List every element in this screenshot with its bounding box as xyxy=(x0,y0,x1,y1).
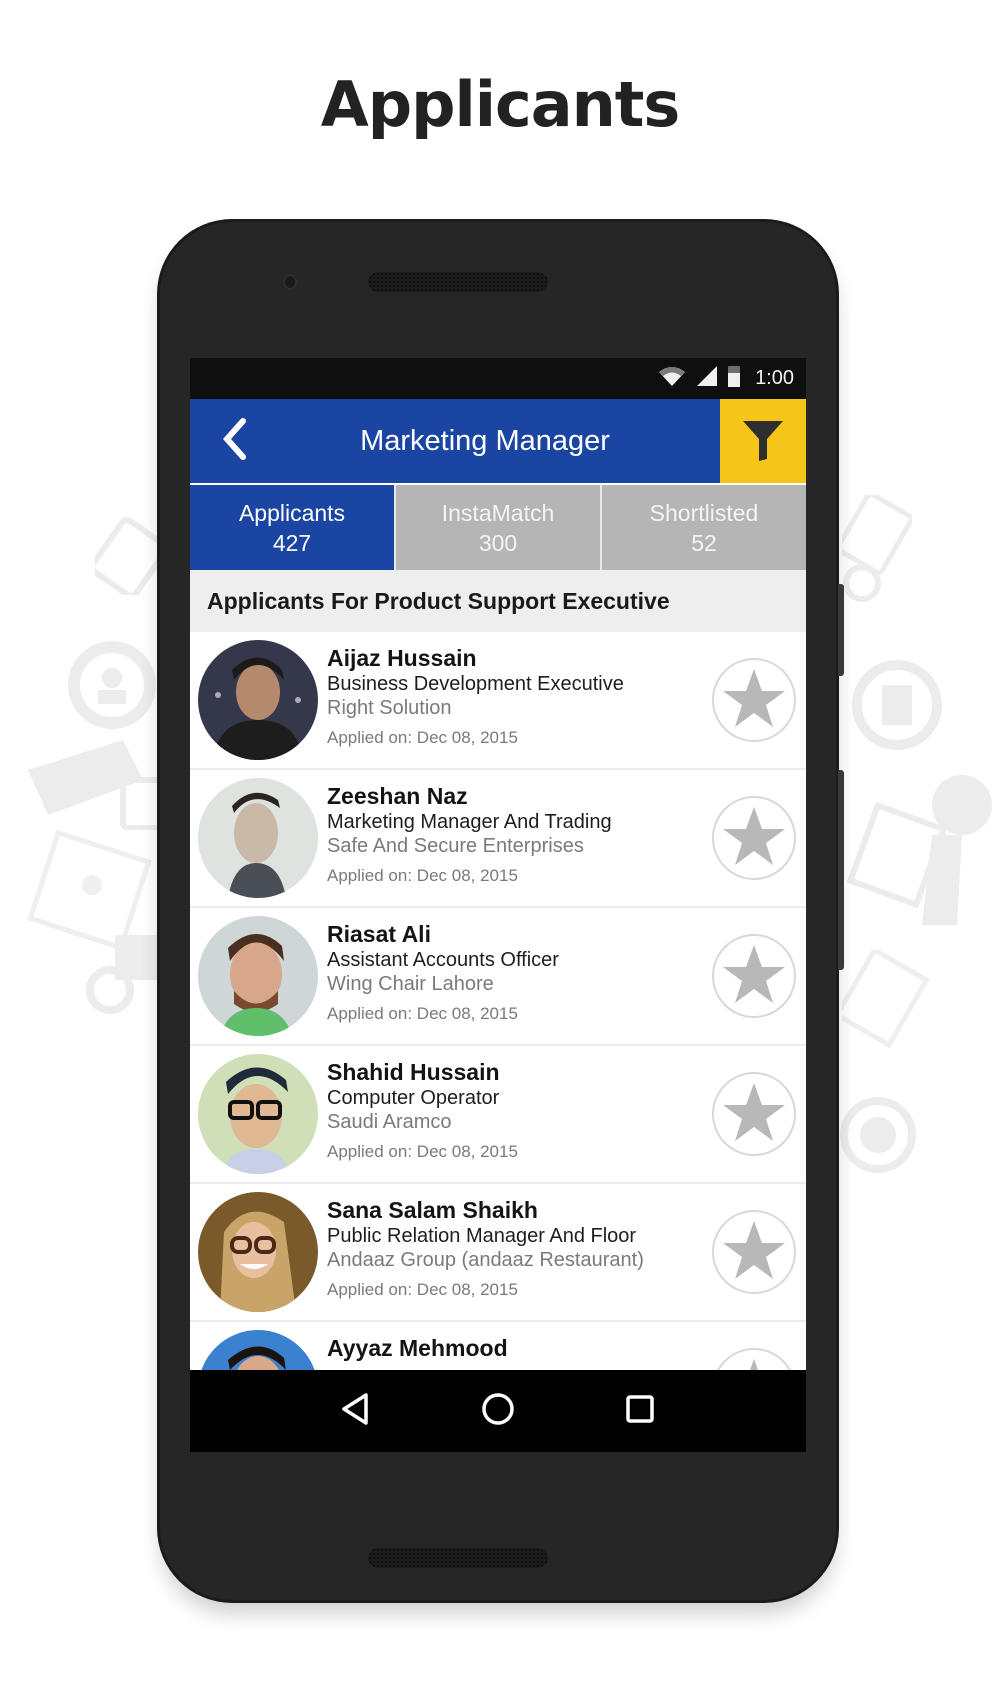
applicant-role: Computer Operator xyxy=(327,1087,500,1109)
nav-back-button[interactable] xyxy=(332,1387,380,1435)
star-icon xyxy=(722,943,786,1010)
nav-back-icon xyxy=(340,1392,372,1431)
signal-icon xyxy=(695,365,719,392)
tab-applicants[interactable]: Applicants 427 xyxy=(190,485,394,570)
jobs-person-deco-icon xyxy=(842,775,992,925)
avatar xyxy=(198,916,318,1036)
shortlist-star-button[interactable] xyxy=(712,1210,796,1294)
tab-bar: Applicants 427 InstaMatch 300 Shortliste… xyxy=(190,485,806,570)
tab-count: 427 xyxy=(272,529,312,556)
tab-label: Applicants xyxy=(238,499,346,526)
tab-shortlisted[interactable]: Shortlisted 52 xyxy=(602,485,806,570)
applicant-role: Assistant Accounts Officer xyxy=(327,949,559,971)
star-icon xyxy=(722,805,786,872)
avatar xyxy=(198,1192,318,1312)
applicant-role: Business Development Executive xyxy=(327,673,624,695)
applicant-name[interactable]: Ayyaz Mehmood xyxy=(327,1334,687,1362)
nav-home-icon xyxy=(481,1392,515,1431)
volume-button xyxy=(838,770,844,970)
gear-tools-deco-icon xyxy=(842,635,952,775)
power-button xyxy=(838,584,844,676)
applicant-row[interactable]: Aijaz Hussain Business Development Execu… xyxy=(190,632,806,770)
nav-recents-icon xyxy=(625,1394,655,1429)
applicant-name[interactable]: Riasat Ali xyxy=(327,920,687,948)
front-camera xyxy=(283,274,297,290)
tab-instamatch[interactable]: InstaMatch 300 xyxy=(396,485,600,570)
shortlist-star-button[interactable] xyxy=(712,1072,796,1156)
applicant-company: Saudi Aramco xyxy=(327,1111,452,1133)
applicant-name[interactable]: Aijaz Hussain xyxy=(327,644,687,672)
star-icon xyxy=(722,1219,786,1286)
earpiece-speaker xyxy=(368,272,548,292)
applied-date: Applied on: Dec 08, 2015 xyxy=(327,866,518,885)
applicant-name[interactable]: Zeeshan Naz xyxy=(327,782,687,810)
applied-date: Applied on: Dec 08, 2015 xyxy=(327,1142,518,1161)
job-search-deco-icon xyxy=(70,925,170,1025)
briefcase-deco-icon xyxy=(18,720,163,830)
applicant-company: Right Solution xyxy=(327,697,452,719)
clipboard-deco-icon xyxy=(95,515,165,595)
page-title: Applicants xyxy=(320,68,681,141)
avatar xyxy=(198,778,318,898)
applicant-row[interactable]: Shahid Hussain Computer Operator Saudi A… xyxy=(190,1046,806,1184)
avatar xyxy=(198,640,318,760)
phone-screen: 1:00 Marketing Manager Applicants 427 In… xyxy=(190,358,806,1452)
cv-deco-icon xyxy=(842,950,932,1060)
status-time: 1:00 xyxy=(755,367,794,389)
shortlist-star-button[interactable] xyxy=(712,934,796,1018)
filter-funnel-icon xyxy=(739,415,787,468)
app-header: Marketing Manager xyxy=(190,399,806,483)
chevron-left-icon xyxy=(219,417,249,466)
applicant-row[interactable]: Sana Salam Shaikh Public Relation Manage… xyxy=(190,1184,806,1322)
tab-label: InstaMatch xyxy=(441,499,555,526)
shortlist-star-button[interactable] xyxy=(712,796,796,880)
star-icon xyxy=(722,667,786,734)
nav-recents-button[interactable] xyxy=(616,1387,664,1435)
applicant-row[interactable]: Riasat Ali Assistant Accounts Officer Wi… xyxy=(190,908,806,1046)
applicant-company: Safe And Secure Enterprises xyxy=(327,835,584,857)
nav-home-button[interactable] xyxy=(474,1387,522,1435)
star-icon xyxy=(722,1081,786,1148)
tab-count: 300 xyxy=(478,529,518,556)
coin-deco-icon xyxy=(838,1095,918,1175)
wifi-icon xyxy=(657,365,687,392)
battery-icon xyxy=(727,364,741,393)
applicant-role: Public Relation Manager And Floor xyxy=(327,1225,637,1247)
android-nav-bar xyxy=(190,1370,806,1452)
job-magnifier-deco-icon xyxy=(842,495,912,615)
section-title: Applicants For Product Support Executive xyxy=(190,570,806,632)
avatar xyxy=(198,1054,318,1174)
applied-date: Applied on: Dec 08, 2015 xyxy=(327,728,518,747)
applicant-name[interactable]: Shahid Hussain xyxy=(327,1058,687,1086)
applicant-company: Andaaz Group (andaaz Restaurant) xyxy=(327,1249,644,1271)
tab-count: 52 xyxy=(691,529,717,556)
applicant-company: Wing Chair Lahore xyxy=(327,973,494,995)
applied-date: Applied on: Dec 08, 2015 xyxy=(327,1280,518,1299)
filter-button[interactable] xyxy=(720,399,806,483)
shortlist-star-button[interactable] xyxy=(712,658,796,742)
applicant-role: Marketing Manager And Trading xyxy=(327,811,612,833)
applicant-list: Aijaz Hussain Business Development Execu… xyxy=(190,632,806,1452)
applicant-name[interactable]: Sana Salam Shaikh xyxy=(327,1196,687,1224)
header-title: Marketing Manager xyxy=(360,425,610,457)
applicant-row[interactable]: Zeeshan Naz Marketing Manager And Tradin… xyxy=(190,770,806,908)
applied-date: Applied on: Dec 08, 2015 xyxy=(327,1004,518,1023)
bottom-speaker xyxy=(368,1548,548,1568)
tab-label: Shortlisted xyxy=(649,499,759,526)
status-bar: 1:00 xyxy=(190,358,806,399)
